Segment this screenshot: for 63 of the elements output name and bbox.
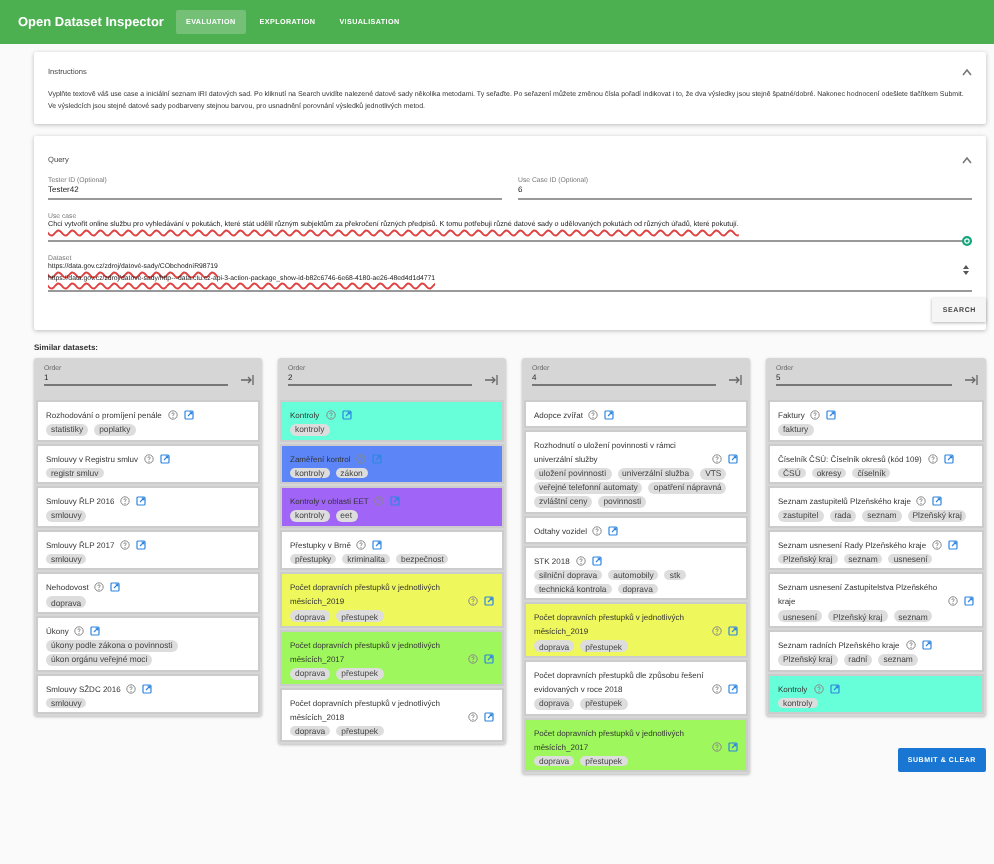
external-link-icon — [390, 496, 401, 507]
help-icon — [932, 539, 943, 550]
help-icon — [144, 453, 155, 464]
help-icon — [468, 653, 478, 664]
help-icon — [948, 596, 958, 607]
external-link-icon — [136, 496, 147, 507]
input-field[interactable] — [48, 212, 972, 242]
external-link-icon — [484, 653, 494, 664]
external-link-icon — [183, 410, 194, 420]
external-link-icon — [964, 596, 974, 607]
help-icon — [575, 555, 586, 566]
arrow-to-bar-icon — [728, 374, 742, 386]
external-link-icon — [484, 711, 494, 722]
external-link-icon — [826, 410, 837, 420]
external-link-icon — [932, 496, 943, 507]
external-link-icon — [728, 684, 738, 695]
help-icon — [588, 410, 599, 420]
help-icon — [712, 684, 722, 695]
help-icon — [813, 683, 824, 694]
help-icon — [126, 683, 137, 694]
arrow-to-bar-icon — [240, 374, 254, 386]
help-icon — [468, 596, 478, 607]
help-icon — [94, 582, 105, 593]
external-link-icon — [160, 453, 171, 464]
help-icon — [916, 496, 927, 507]
external-link-icon — [591, 555, 602, 566]
arrow-to-bar-icon — [964, 374, 978, 386]
external-link-icon — [484, 596, 494, 607]
external-link-icon — [90, 625, 101, 636]
help-icon — [120, 496, 131, 507]
help-icon — [167, 410, 178, 420]
help-icon — [74, 625, 85, 636]
help-icon — [712, 741, 722, 752]
help-icon — [120, 539, 131, 550]
external-link-icon — [948, 539, 959, 550]
external-link-icon — [341, 410, 352, 420]
help-icon — [325, 410, 336, 420]
external-link-icon — [142, 683, 153, 694]
assistant-icon — [962, 236, 972, 246]
external-link-icon — [728, 454, 738, 464]
external-link-icon — [943, 453, 954, 464]
help-icon — [592, 525, 603, 536]
external-link-icon — [372, 539, 383, 550]
external-link-icon — [608, 525, 619, 536]
external-link-icon — [728, 626, 738, 637]
help-icon — [356, 453, 367, 464]
external-link-icon — [372, 453, 383, 464]
external-link-icon — [110, 582, 121, 593]
external-link-icon — [604, 410, 615, 420]
external-link-icon — [921, 639, 932, 650]
spinner-icon — [962, 264, 970, 276]
help-icon — [712, 626, 722, 637]
help-icon — [356, 539, 367, 550]
external-link-icon — [829, 683, 840, 694]
help-icon — [927, 453, 938, 464]
help-icon — [374, 496, 385, 507]
help-icon — [810, 410, 821, 420]
external-link-icon — [728, 741, 738, 752]
external-link-icon — [136, 539, 147, 550]
help-icon — [905, 639, 916, 650]
help-icon — [712, 454, 722, 464]
help-icon — [468, 711, 478, 722]
arrow-to-bar-icon — [484, 374, 498, 386]
